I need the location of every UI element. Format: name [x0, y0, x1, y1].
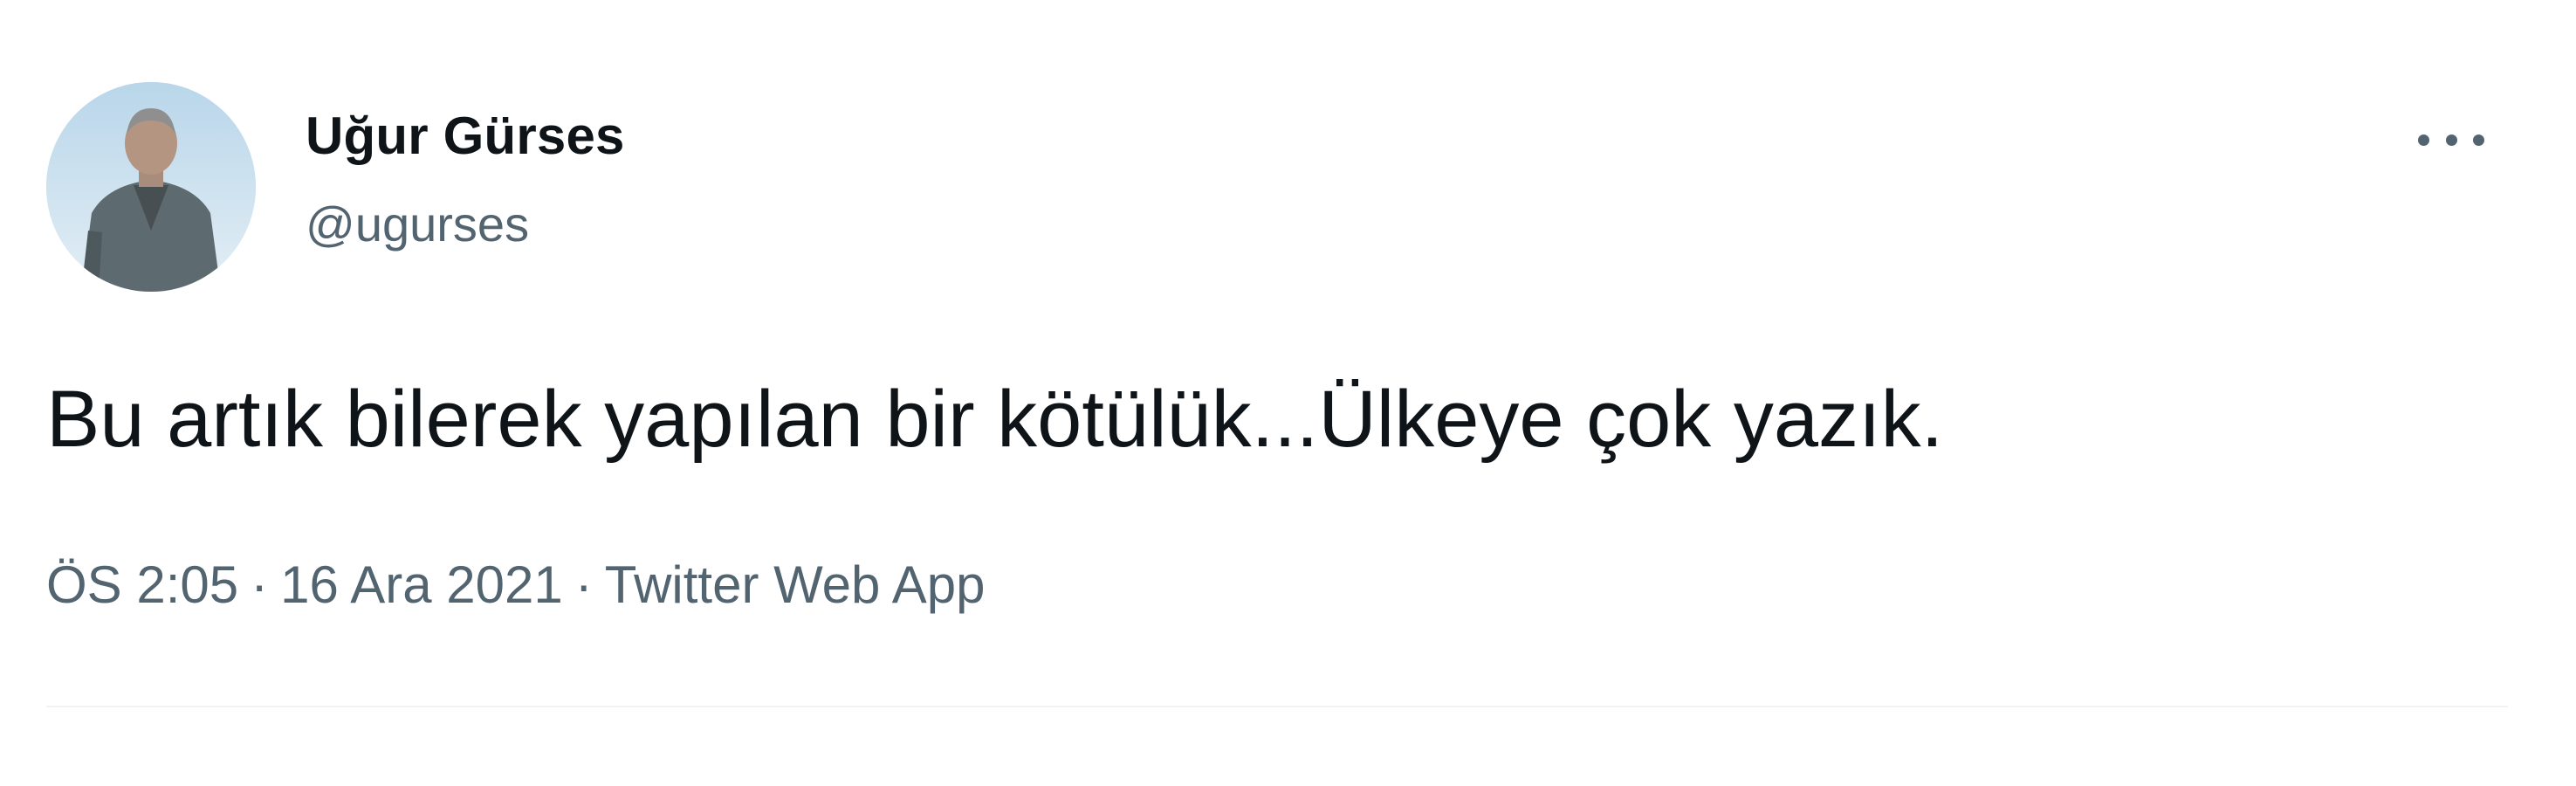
avatar[interactable]	[46, 82, 256, 292]
author-display-name[interactable]: Uğur Gürses	[306, 110, 625, 162]
tweet-metadata: ÖS 2:05 · 16 Ara 2021 · Twitter Web App	[46, 559, 986, 611]
more-dot	[2418, 134, 2429, 146]
meta-separator: ·	[251, 555, 269, 614]
more-dot	[2473, 134, 2484, 146]
tweet-card: Uğur Gürses @ugurses Bu artık bilerek ya…	[0, 0, 2576, 786]
meta-separator: ·	[574, 555, 593, 614]
more-horizontal-icon[interactable]	[2409, 122, 2493, 157]
tweet-source[interactable]: Twitter Web App	[605, 555, 986, 614]
author-handle[interactable]: @ugurses	[306, 200, 529, 249]
tweet-date[interactable]: 16 Ara 2021	[280, 555, 563, 614]
avatar-photo	[46, 82, 256, 292]
divider	[46, 706, 2508, 707]
more-dot	[2445, 134, 2457, 146]
tweet-text: Bu artık bilerek yapılan bir kötülük...Ü…	[46, 375, 1944, 464]
tweet-time[interactable]: ÖS 2:05	[46, 555, 238, 614]
